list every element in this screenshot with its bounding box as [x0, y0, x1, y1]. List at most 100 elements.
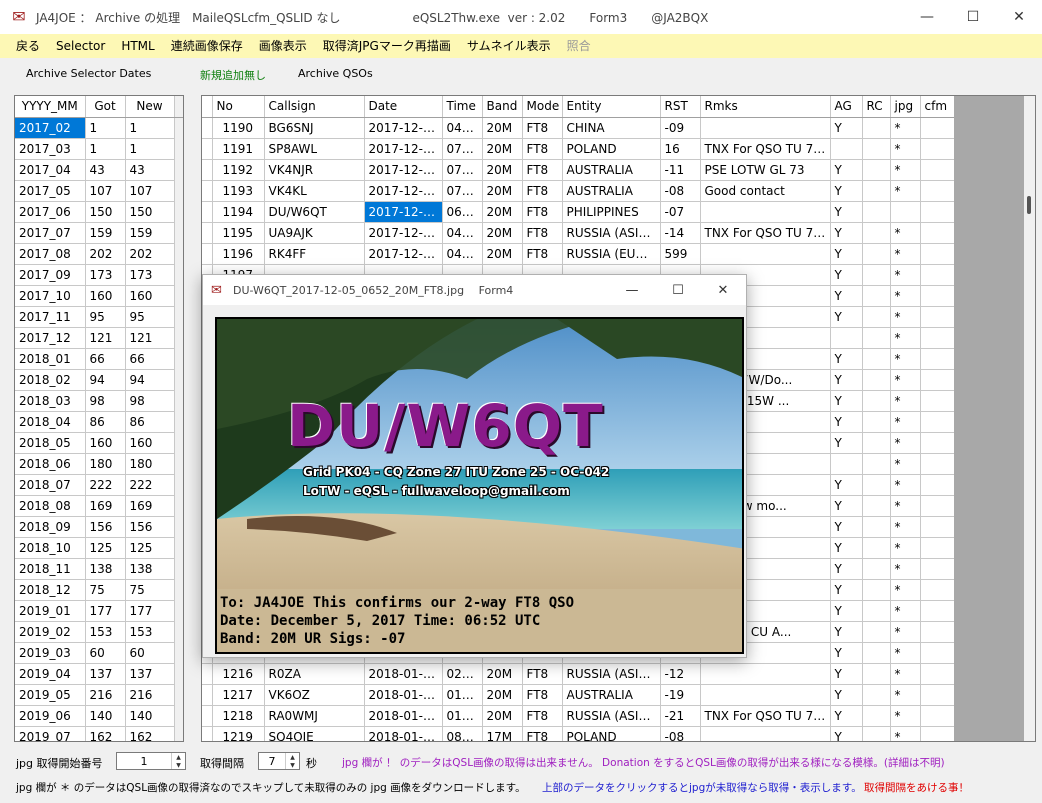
main-grid-row[interactable]: 1193 VK4KL 2017-12-05 07:01 20M FT8 AUSTRALIA -… [202, 180, 955, 202]
left-grid-cell[interactable]: 162 [85, 726, 126, 741]
main-grid-cell[interactable] [862, 138, 891, 160]
main-grid-cell[interactable]: FT8 [522, 159, 563, 181]
left-grid-row[interactable]: 2019_05 216 216 [15, 684, 183, 706]
main-grid-header[interactable]: cfm [920, 96, 955, 118]
main-grid-cell[interactable]: FT8 [522, 222, 563, 244]
left-grid-cell[interactable]: 60 [125, 642, 175, 664]
left-grid-cell[interactable]: 2018_05 [15, 432, 86, 454]
main-grid-row[interactable]: 1218 RA0WMJ 2018-01-31 01:41 20M FT8 RUSSIA (A… [202, 705, 955, 727]
main-grid-cell[interactable]: * [890, 285, 921, 307]
main-grid-cell[interactable] [920, 663, 955, 685]
main-grid-cell[interactable] [920, 705, 955, 727]
main-grid-cell[interactable]: 20M [482, 705, 523, 727]
main-grid-cell[interactable]: * [890, 180, 921, 202]
left-grid-cell[interactable]: 137 [85, 663, 126, 685]
left-grid-cell[interactable]: 2017_08 [15, 243, 86, 265]
main-grid-cell[interactable] [862, 390, 891, 412]
menu-selector[interactable]: Selector [48, 34, 113, 58]
main-grid-cell[interactable] [862, 243, 891, 265]
main-grid-cell[interactable]: Good contact [700, 180, 831, 202]
main-grid-cell[interactable]: * [890, 117, 921, 139]
left-grid-cell[interactable]: 66 [125, 348, 175, 370]
left-grid-cell[interactable]: 160 [125, 432, 175, 454]
left-grid-cell[interactable]: 153 [125, 621, 175, 643]
main-grid-cell[interactable] [862, 684, 891, 706]
main-grid-cell[interactable]: 20M [482, 138, 523, 160]
main-grid-cell[interactable]: Y [830, 117, 863, 139]
main-grid-cell[interactable] [830, 327, 863, 349]
popup-close-button[interactable]: ✕ [700, 275, 746, 305]
left-grid-row[interactable]: 2018_04 86 86 [15, 411, 183, 433]
main-grid-cell[interactable]: * [890, 138, 921, 160]
main-grid-cell[interactable] [920, 726, 955, 741]
main-grid-cell[interactable]: * [890, 159, 921, 181]
main-grid-cell[interactable]: * [890, 705, 921, 727]
main-grid-cell[interactable]: PSE LOTW GL 73 [700, 159, 831, 181]
left-grid-cell[interactable]: 1 [85, 117, 126, 139]
main-grid-cell[interactable]: -21 [660, 705, 701, 727]
main-grid-cell[interactable]: Y [830, 159, 863, 181]
jpg-start-stepper[interactable]: 1 ▲ ▼ [116, 752, 186, 770]
left-grid-cell[interactable]: 2017_11 [15, 306, 86, 328]
main-grid-row[interactable]: 1216 R0ZA 2018-01-31 02:45 20M FT8 RUSSIA (ASI… [202, 663, 955, 685]
main-grid-cell[interactable] [862, 537, 891, 559]
main-grid-cell[interactable]: 20M [482, 222, 523, 244]
main-grid-cell[interactable]: * [890, 642, 921, 664]
main-grid-cell[interactable] [920, 684, 955, 706]
main-grid-row[interactable]: 1191 SP8AWL 2017-12-06 07:40 20M FT8 POLAND 16 T… [202, 138, 955, 160]
main-grid-cell[interactable] [890, 201, 921, 223]
main-grid-row[interactable]: 1192 VK4NJR 2017-12-05 07:04 20M FT8 AUSTRALIA… [202, 159, 955, 181]
main-grid-cell[interactable] [920, 180, 955, 202]
left-grid-cell[interactable]: 160 [85, 432, 126, 454]
left-grid-row[interactable]: 2017_02 1 1 [15, 117, 183, 139]
main-grid-header[interactable]: Entity [562, 96, 661, 118]
main-grid-cell[interactable]: Y [830, 684, 863, 706]
main-grid-cell[interactable] [830, 453, 863, 475]
main-grid-cell[interactable]: Y [830, 201, 863, 223]
left-grid-cell[interactable]: 43 [85, 159, 126, 181]
left-grid-cell[interactable]: 150 [125, 201, 175, 223]
main-grid-cell[interactable]: 07:40 [442, 138, 483, 160]
main-grid-row[interactable]: 1194 DU/W6QT 2017-12-05 06:52 20M FT8 PHILIPPI… [202, 201, 955, 223]
main-grid-cell[interactable]: * [890, 663, 921, 685]
main-grid-cell[interactable] [920, 264, 955, 286]
main-grid-cell[interactable] [920, 600, 955, 622]
row-indicator[interactable] [202, 159, 213, 181]
main-grid-cell[interactable]: * [890, 432, 921, 454]
main-grid-cell[interactable]: Y [830, 495, 863, 517]
main-grid-cell[interactable] [862, 327, 891, 349]
main-grid-cell[interactable] [862, 558, 891, 580]
main-grid-cell[interactable]: * [890, 411, 921, 433]
main-grid-cell[interactable]: VK4NJR [264, 159, 365, 181]
main-grid-cell[interactable]: 06:52 [442, 201, 483, 223]
main-grid-header[interactable]: AG [830, 96, 863, 118]
left-grid-cell[interactable]: 2019_05 [15, 684, 86, 706]
main-grid-header[interactable]: No [212, 96, 265, 118]
left-grid-row[interactable]: 2018_07 222 222 [15, 474, 183, 496]
left-grid-cell[interactable]: 94 [85, 369, 126, 391]
left-grid-cell[interactable]: 2019_01 [15, 600, 86, 622]
main-grid-cell[interactable]: Y [830, 600, 863, 622]
main-grid-cell[interactable]: -08 [660, 726, 701, 741]
left-grid-cell[interactable]: 2017_02 [15, 117, 86, 139]
main-grid-cell[interactable]: 1190 [212, 117, 265, 139]
left-grid-row[interactable]: 2017_11 95 95 [15, 306, 183, 328]
left-grid-cell[interactable]: 159 [85, 222, 126, 244]
row-indicator[interactable] [202, 663, 213, 685]
main-grid-cell[interactable]: DU/W6QT [264, 201, 365, 223]
main-grid-scrollbar[interactable] [1024, 96, 1035, 741]
left-grid-cell[interactable]: 1 [125, 138, 175, 160]
main-grid-cell[interactable] [920, 642, 955, 664]
main-grid-cell[interactable]: 1219 [212, 726, 265, 741]
main-grid-cell[interactable]: Y [830, 264, 863, 286]
main-grid-cell[interactable]: CHINA [562, 117, 661, 139]
row-indicator[interactable] [202, 726, 213, 741]
main-grid-cell[interactable]: Y [830, 537, 863, 559]
interval-stepper[interactable]: 7 ▲ ▼ [258, 752, 300, 770]
jpg-start-value[interactable]: 1 [117, 755, 171, 768]
left-grid-cell[interactable]: 162 [125, 726, 175, 741]
main-grid-cell[interactable] [920, 369, 955, 391]
main-grid-cell[interactable]: * [890, 453, 921, 475]
main-grid-cell[interactable]: FT8 [522, 117, 563, 139]
left-grid-header[interactable]: YYYY_MM [15, 96, 86, 118]
